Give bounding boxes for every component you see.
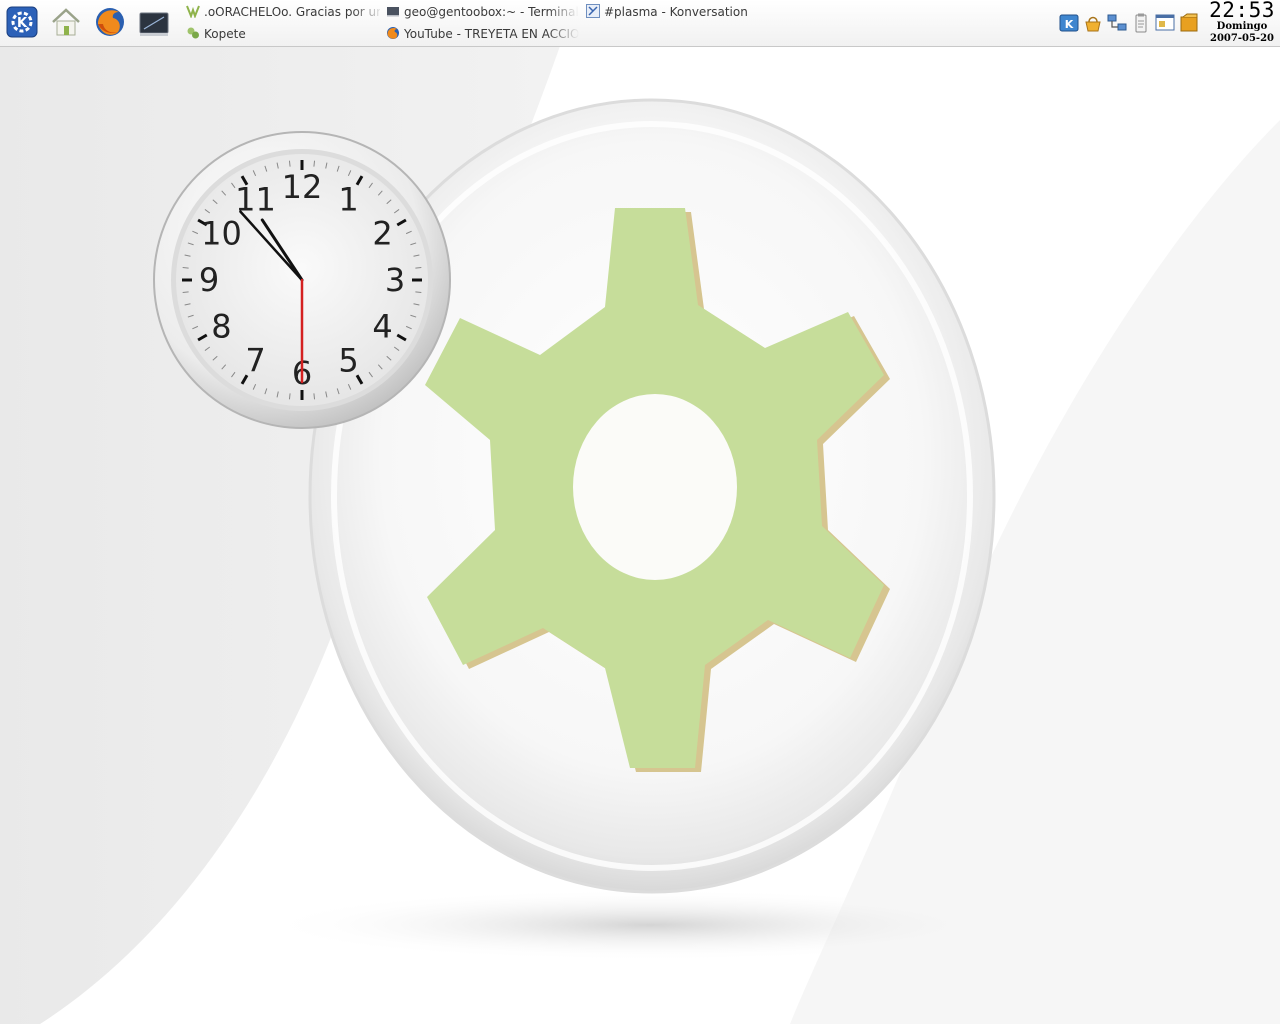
- clock-numeral-3: 3: [385, 261, 405, 299]
- desktop-screen: 12 1 2 3 4 5 6 7 8 9 10 11 K .oORACHELOo…: [0, 0, 1280, 1024]
- kopete-chat-icon: [186, 4, 200, 18]
- clock-time: 22:53: [1209, 0, 1275, 22]
- notes-icon[interactable]: [1178, 12, 1200, 34]
- clock-date: 2007-05-20: [1210, 33, 1274, 44]
- home-icon: [52, 8, 80, 36]
- kde-gear-icon: K: [6, 6, 38, 38]
- clock-numeral-1: 1: [338, 180, 358, 218]
- svg-text:K: K: [17, 16, 28, 31]
- terminal-launcher[interactable]: [136, 4, 172, 40]
- clock-minor-tick: [415, 291, 422, 294]
- window-list-icon[interactable]: [1154, 12, 1176, 34]
- task-kopete[interactable]: Kopete: [186, 24, 380, 44]
- terminal-icon: [139, 12, 169, 36]
- klipper-icon[interactable]: [1130, 12, 1152, 34]
- clock-numeral-7: 7: [245, 342, 265, 380]
- firefox-icon: [96, 8, 124, 36]
- network-icon[interactable]: [1106, 12, 1128, 34]
- clock-numeral-10: 10: [201, 215, 242, 253]
- task-firefox-youtube[interactable]: YouTube - TREYETA EN ACCIO: [386, 24, 582, 44]
- kopete-icon: [186, 26, 200, 40]
- clock-numeral-5: 5: [338, 342, 358, 380]
- clock-minor-tick: [415, 266, 422, 269]
- firefox-launcher[interactable]: [92, 4, 128, 40]
- clock-numeral-2: 2: [372, 215, 392, 253]
- task-terminal[interactable]: geo@gentoobox:~ - Terminal: [386, 2, 582, 22]
- svg-text:K: K: [1065, 18, 1074, 31]
- firefox-icon: [386, 26, 400, 40]
- panel-clock[interactable]: 22:53 Domingo 2007-05-20: [1206, 0, 1278, 45]
- clock-numeral-12: 12: [282, 168, 323, 206]
- basket-icon[interactable]: [1082, 12, 1104, 34]
- clock-minor-tick: [288, 393, 291, 400]
- task-konversation[interactable]: #plasma - Konversation: [586, 2, 786, 22]
- clock-numeral-4: 4: [372, 308, 392, 346]
- clock-minor-tick: [288, 160, 291, 167]
- clock-minor-tick: [182, 266, 189, 269]
- home-launcher[interactable]: [48, 4, 84, 40]
- analog-clock-widget[interactable]: 12 1 2 3 4 5 6 7 8 9 10 11: [150, 130, 454, 434]
- task-kopete-chat[interactable]: .oORACHELOo. Gracias por un: [186, 2, 380, 22]
- clock-minor-tick: [313, 393, 316, 400]
- kopete-tray-icon[interactable]: K: [1058, 12, 1080, 34]
- clock-numeral-8: 8: [211, 308, 231, 346]
- kde-panel: K .oORACHELOo. Gracias por un geo@gentoo…: [0, 0, 1280, 47]
- kde-menu-button[interactable]: K: [4, 4, 40, 40]
- clock-minor-tick: [313, 160, 316, 167]
- clock-day: Domingo: [1216, 21, 1268, 32]
- terminal-icon: [386, 4, 400, 18]
- konversation-icon: [586, 4, 600, 18]
- clock-minor-tick: [182, 291, 189, 294]
- clock-numeral-9: 9: [199, 261, 219, 299]
